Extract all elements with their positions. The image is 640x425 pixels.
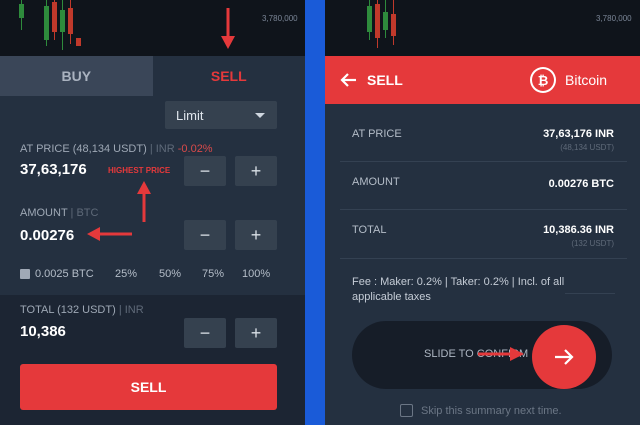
slide-to-confirm-label: SLIDE TO CONFIRM (424, 348, 529, 360)
sell-button[interactable]: SELL (20, 364, 277, 410)
tab-sell[interactable]: SELL (152, 56, 305, 96)
percent-100-button[interactable]: 100% (242, 268, 270, 280)
summary-title: SELL (367, 72, 403, 88)
total-increment-button[interactable]: + (235, 318, 277, 348)
summary-divider (340, 161, 627, 162)
coin-symbol: ₿ (532, 69, 554, 91)
tab-buy[interactable]: BUY (0, 56, 153, 96)
price-decrement-button[interactable]: − (184, 156, 226, 186)
percent-quick-select: 0.0025 BTC 25% 50% 75% 100% (20, 268, 280, 282)
amount-decrement-button[interactable]: − (184, 220, 226, 250)
summary-value: 0.00276 BTC (548, 178, 614, 190)
fee-info: Fee : Maker: 0.2% | Taker: 0.2% | Incl. … (352, 276, 565, 303)
summary-value: 10,386.36 INR (543, 224, 614, 236)
bitcoin-icon: ₿ (530, 67, 556, 93)
skip-summary-option[interactable]: Skip this summary next time. (400, 404, 562, 417)
summary-subvalue: (48,134 USDT) (560, 143, 614, 152)
summary-value: 37,63,176 INR (543, 128, 614, 140)
summary-label: TOTAL (352, 224, 387, 236)
skip-summary-label: Skip this summary next time. (421, 404, 562, 417)
amount-label-unit: | BTC (70, 207, 99, 219)
summary-divider (565, 293, 615, 294)
amount-input[interactable]: 0.00276 (20, 227, 74, 244)
summary-header: SELL ₿ Bitcoin (325, 56, 640, 104)
chart-price-tag: 3,780,000 (596, 14, 632, 23)
at-price-input[interactable]: 37,63,176 (20, 161, 87, 178)
at-price-label-main: AT PRICE (48,134 USDT) (20, 143, 147, 155)
percent-50-button[interactable]: 50% (159, 268, 181, 280)
summary-divider (340, 209, 627, 210)
order-type-select[interactable]: Limit (165, 101, 277, 129)
order-type-value: Limit (176, 107, 204, 123)
available-balance: 0.0025 BTC (35, 268, 94, 280)
arrow-up-icon (137, 181, 151, 222)
coin-name: Bitcoin (565, 72, 608, 88)
at-price-label-unit: | INR (149, 143, 175, 155)
arrow-left-icon (87, 227, 132, 241)
total-label-unit: | INR (118, 304, 144, 316)
highest-price-hint[interactable]: HIGHEST PRICE (108, 166, 170, 175)
order-form-panel: 3,780,000 BUY SELL Limit AT PRICE (48,13… (0, 0, 305, 425)
chevron-down-icon (255, 113, 265, 118)
back-arrow-icon[interactable] (339, 71, 357, 89)
at-price-label: AT PRICE (48,134 USDT) | INR -0.02% (20, 143, 213, 155)
summary-row-at-price: AT PRICE 37,63,176 INR (48,134 USDT) (352, 128, 614, 158)
price-increment-button[interactable]: + (235, 156, 277, 186)
summary-divider (340, 258, 627, 259)
summary-subvalue: (132 USDT) (571, 239, 614, 248)
arrow-right-icon (555, 349, 574, 365)
total-label-main: TOTAL (132 USDT) (20, 304, 116, 316)
price-chart-strip: 3,780,000 (0, 0, 305, 56)
amount-label-main: AMOUNT (20, 207, 68, 219)
panel-divider (305, 0, 325, 425)
total-decrement-button[interactable]: − (184, 318, 226, 348)
order-side-tabs: BUY SELL (0, 56, 305, 96)
skip-summary-checkbox[interactable] (400, 404, 413, 417)
amount-label: AMOUNT | BTC (20, 207, 98, 219)
slide-to-confirm-handle[interactable] (532, 325, 596, 389)
total-label: TOTAL (132 USDT) | INR (20, 304, 144, 316)
sell-summary-panel: 3,780,000 SELL ₿ Bitcoin AT PRICE 37,63,… (325, 0, 640, 425)
percent-75-button[interactable]: 75% (202, 268, 224, 280)
summary-row-amount: AMOUNT 0.00276 BTC (352, 176, 614, 206)
price-chart-strip: 3,780,000 (325, 0, 640, 56)
summary-row-total: TOTAL 10,386.36 INR (132 USDT) (352, 224, 614, 254)
wallet-icon (20, 269, 30, 279)
total-input[interactable]: 10,386 (20, 323, 66, 340)
price-change-badge: -0.02% (177, 143, 213, 155)
amount-increment-button[interactable]: + (235, 220, 277, 250)
percent-25-button[interactable]: 25% (115, 268, 137, 280)
summary-label: AT PRICE (352, 128, 402, 140)
chart-price-tag: 3,780,000 (262, 14, 298, 23)
summary-label: AMOUNT (352, 176, 400, 188)
